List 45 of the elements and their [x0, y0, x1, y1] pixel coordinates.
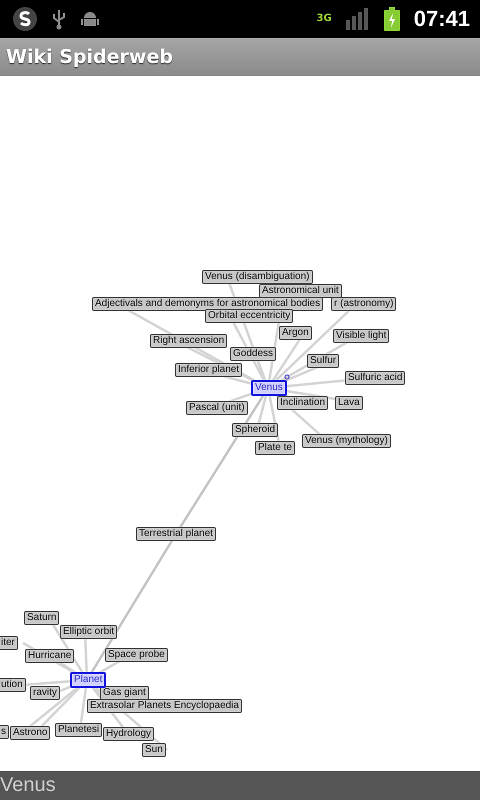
clock: 07:41	[414, 6, 470, 32]
hub-node[interactable]: Planet	[70, 672, 106, 688]
graph-node[interactable]: Hydrology	[103, 727, 154, 741]
graph-node[interactable]: Saturn	[24, 611, 60, 625]
graph-node[interactable]: Argon	[279, 326, 312, 340]
handle-icon[interactable]	[284, 374, 290, 380]
graph-node[interactable]: Sulfur	[307, 354, 340, 368]
graph-node[interactable]: Planetesi	[55, 723, 102, 737]
graph-node[interactable]: Lava	[335, 396, 363, 410]
graph-node[interactable]: Gas giant	[100, 686, 149, 700]
graph-node[interactable]: Spheroid	[232, 423, 278, 437]
graph-node[interactable]: Inferior planet	[175, 363, 242, 377]
skype-icon	[12, 6, 38, 32]
graph-node[interactable]: Visible light	[333, 329, 390, 343]
graph-node[interactable]: Inclination	[277, 396, 328, 410]
battery-charging-icon	[384, 7, 400, 31]
android-icon	[80, 9, 100, 29]
graph-node[interactable]: ution	[0, 678, 26, 692]
graph-node[interactable]: Goddess	[230, 347, 276, 361]
graph-node[interactable]: Extrasolar Planets Encyclopaedia	[87, 699, 242, 713]
hub-node[interactable]: Venus	[251, 380, 287, 396]
graph-node[interactable]: Terrestrial planet	[136, 527, 216, 541]
graph-node[interactable]: r (astronomy)	[331, 297, 396, 311]
graph-node[interactable]: Sun	[142, 743, 166, 757]
graph-node[interactable]: Elliptic orbit	[60, 625, 118, 639]
graph-node[interactable]: Venus (mythology)	[302, 434, 391, 448]
usb-icon	[52, 8, 66, 30]
app-title: Wiki Spiderweb	[6, 46, 173, 68]
graph-node[interactable]: Hurricane	[25, 649, 74, 663]
graph-node[interactable]: Space probe	[105, 648, 168, 662]
graph-node[interactable]: Orbital eccentricity	[205, 309, 294, 323]
graph-node[interactable]: Astronomical unit	[259, 284, 342, 298]
graph-node[interactable]: Venus (disambiguation)	[202, 270, 313, 284]
graph-node[interactable]: Adjectivals and demonyms for astronomical bodies	[92, 297, 324, 311]
graph-node[interactable]: Astrono	[10, 726, 50, 740]
graph-node[interactable]: ravity	[30, 686, 60, 700]
graph-node[interactable]: Sulfuric acid	[345, 371, 406, 385]
graph-node[interactable]: s	[0, 725, 9, 739]
graph-node[interactable]: Right ascension	[150, 334, 228, 348]
graph-node[interactable]: Pascal (unit)	[186, 401, 248, 415]
selected-article-label: Venus	[0, 774, 56, 797]
signal-icon	[346, 8, 370, 30]
graph-node[interactable]: iter	[0, 636, 18, 650]
network-type-indicator: 3G	[316, 14, 332, 24]
graph-node[interactable]: Plate te	[255, 441, 295, 455]
